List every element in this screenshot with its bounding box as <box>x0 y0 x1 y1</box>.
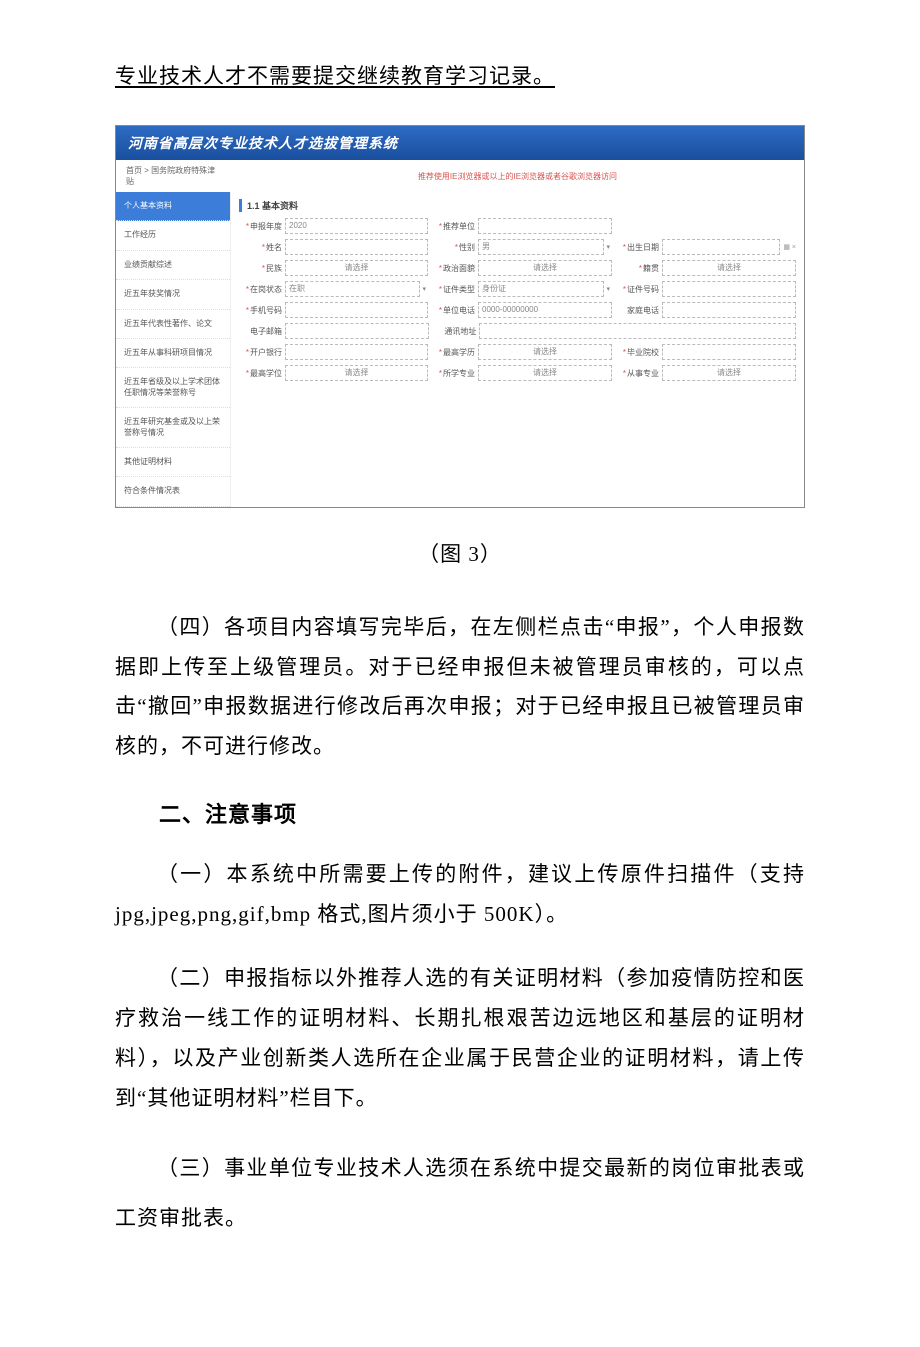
label-mobile: 手机号码 <box>239 305 285 316</box>
input-school[interactable] <box>662 344 796 360</box>
select-native[interactable]: 请选择 <box>662 260 796 276</box>
sidebar-item-academic[interactable]: 近五年省级及以上学术团体任职情况等荣誉称号 <box>116 368 230 408</box>
input-addr[interactable] <box>479 323 796 339</box>
input-home-tel[interactable] <box>662 302 796 318</box>
sidebar-item-conditions[interactable]: 符合条件情况表 <box>116 477 230 506</box>
breadcrumb[interactable]: 首页 > 国务院政府特殊津贴 <box>116 160 231 192</box>
label-name: 姓名 <box>239 242 285 253</box>
sidebar-item-publications[interactable]: 近五年代表性著作、论文 <box>116 310 230 339</box>
label-major: 所学专业 <box>432 368 478 379</box>
select-nation[interactable]: 请选择 <box>285 260 428 276</box>
label-addr: 通讯地址 <box>433 326 479 337</box>
select-political[interactable]: 请选择 <box>478 260 612 276</box>
input-mobile[interactable] <box>285 302 428 318</box>
embedded-screenshot: 河南省高层次专业技术人才选拔管理系统 首页 > 国务院政府特殊津贴 推荐使用IE… <box>115 125 805 508</box>
label-political: 政治面貌 <box>432 263 478 274</box>
input-name[interactable] <box>285 239 428 255</box>
paragraph-item-4: （四）各项目内容填写完毕后，在左侧栏点击“申报”，个人申报数据即上传至上级管理员… <box>115 608 805 768</box>
system-title-bar: 河南省高层次专业技术人才选拔管理系统 <box>116 126 804 160</box>
label-home-tel: 家庭电话 <box>616 305 662 316</box>
select-degree[interactable]: 请选择 <box>285 365 428 381</box>
label-bank: 开户银行 <box>239 347 285 358</box>
sidebar-item-other-materials[interactable]: 其他证明材料 <box>116 448 230 477</box>
label-idtype: 证件类型 <box>432 284 478 295</box>
select-major[interactable]: 请选择 <box>478 365 612 381</box>
sidebar-nav: 个人基本资料 工作经历 业绩贡献综述 近五年获奖情况 近五年代表性著作、论文 近… <box>116 192 231 507</box>
input-rec-unit[interactable] <box>478 218 612 234</box>
select-gender[interactable]: 男 <box>478 239 604 255</box>
label-work-major: 从事专业 <box>616 368 662 379</box>
label-school: 毕业院校 <box>616 347 662 358</box>
label-birth: 出生日期 <box>616 242 662 253</box>
input-unit-tel[interactable]: 0000-00000000 <box>478 302 612 318</box>
label-apply-year: 申报年度 <box>239 221 285 232</box>
section-heading-2: 二、注意事项 <box>115 797 805 829</box>
form-section-title: 1.1 基本资料 <box>239 199 796 212</box>
label-idno: 证件号码 <box>616 284 662 295</box>
input-apply-year[interactable]: 2020 <box>285 218 428 234</box>
note-item-1: （一）本系统中所需要上传的附件，建议上传原件扫描件（支持 jpg,jpeg,pn… <box>115 855 805 935</box>
sidebar-item-awards[interactable]: 近五年获奖情况 <box>116 280 230 309</box>
figure-caption: （图 3） <box>115 538 805 568</box>
select-idtype[interactable]: 身份证 <box>478 281 604 297</box>
sidebar-item-research[interactable]: 近五年从事科研项目情况 <box>116 339 230 368</box>
label-native: 籍贯 <box>616 263 662 274</box>
sidebar-item-achievements[interactable]: 业绩贡献综述 <box>116 251 230 280</box>
calendar-icon[interactable]: ▦ × <box>780 243 796 251</box>
chevron-down-icon: ▾ <box>604 285 612 293</box>
chevron-down-icon: ▾ <box>420 285 428 293</box>
label-rec-unit: 推荐单位 <box>432 221 478 232</box>
browser-warning: 推荐使用IE浏览器或以上的IE浏览器或者谷歌浏览器访问 <box>231 166 804 187</box>
label-nation: 民族 <box>239 263 285 274</box>
select-work-major[interactable]: 请选择 <box>662 365 796 381</box>
select-onjob[interactable]: 在职 <box>285 281 420 297</box>
label-unit-tel: 单位电话 <box>432 305 478 316</box>
input-birth[interactable] <box>662 239 780 255</box>
select-edu[interactable]: 请选择 <box>478 344 612 360</box>
intro-sentence: 专业技术人才不需要提交继续教育学习记录。 <box>115 60 805 90</box>
label-onjob: 在岗状态 <box>239 284 285 295</box>
chevron-down-icon: ▾ <box>604 243 612 251</box>
sidebar-item-basic-info[interactable]: 个人基本资料 <box>116 192 230 221</box>
input-email[interactable] <box>285 323 429 339</box>
form-main: 1.1 基本资料 申报年度2020 推荐单位 姓名 性别男▾ 出生日期▦ × 民… <box>231 192 804 507</box>
sidebar-item-honors[interactable]: 近五年研究基金或及以上荣誉称号情况 <box>116 408 230 448</box>
label-degree: 最高学位 <box>239 368 285 379</box>
sidebar-item-work-history[interactable]: 工作经历 <box>116 221 230 250</box>
label-email: 电子邮箱 <box>239 326 285 337</box>
label-edu: 最高学历 <box>432 347 478 358</box>
input-bank[interactable] <box>285 344 428 360</box>
note-item-3: （三）事业单位专业技术人选须在系统中提交最新的岗位审批表或工资审批表。 <box>115 1143 805 1244</box>
label-gender: 性别 <box>432 242 478 253</box>
input-idno[interactable] <box>662 281 796 297</box>
note-item-2: （二）申报指标以外推荐人选的有关证明材料（参加疫情防控和医疗救治一线工作的证明材… <box>115 959 805 1119</box>
